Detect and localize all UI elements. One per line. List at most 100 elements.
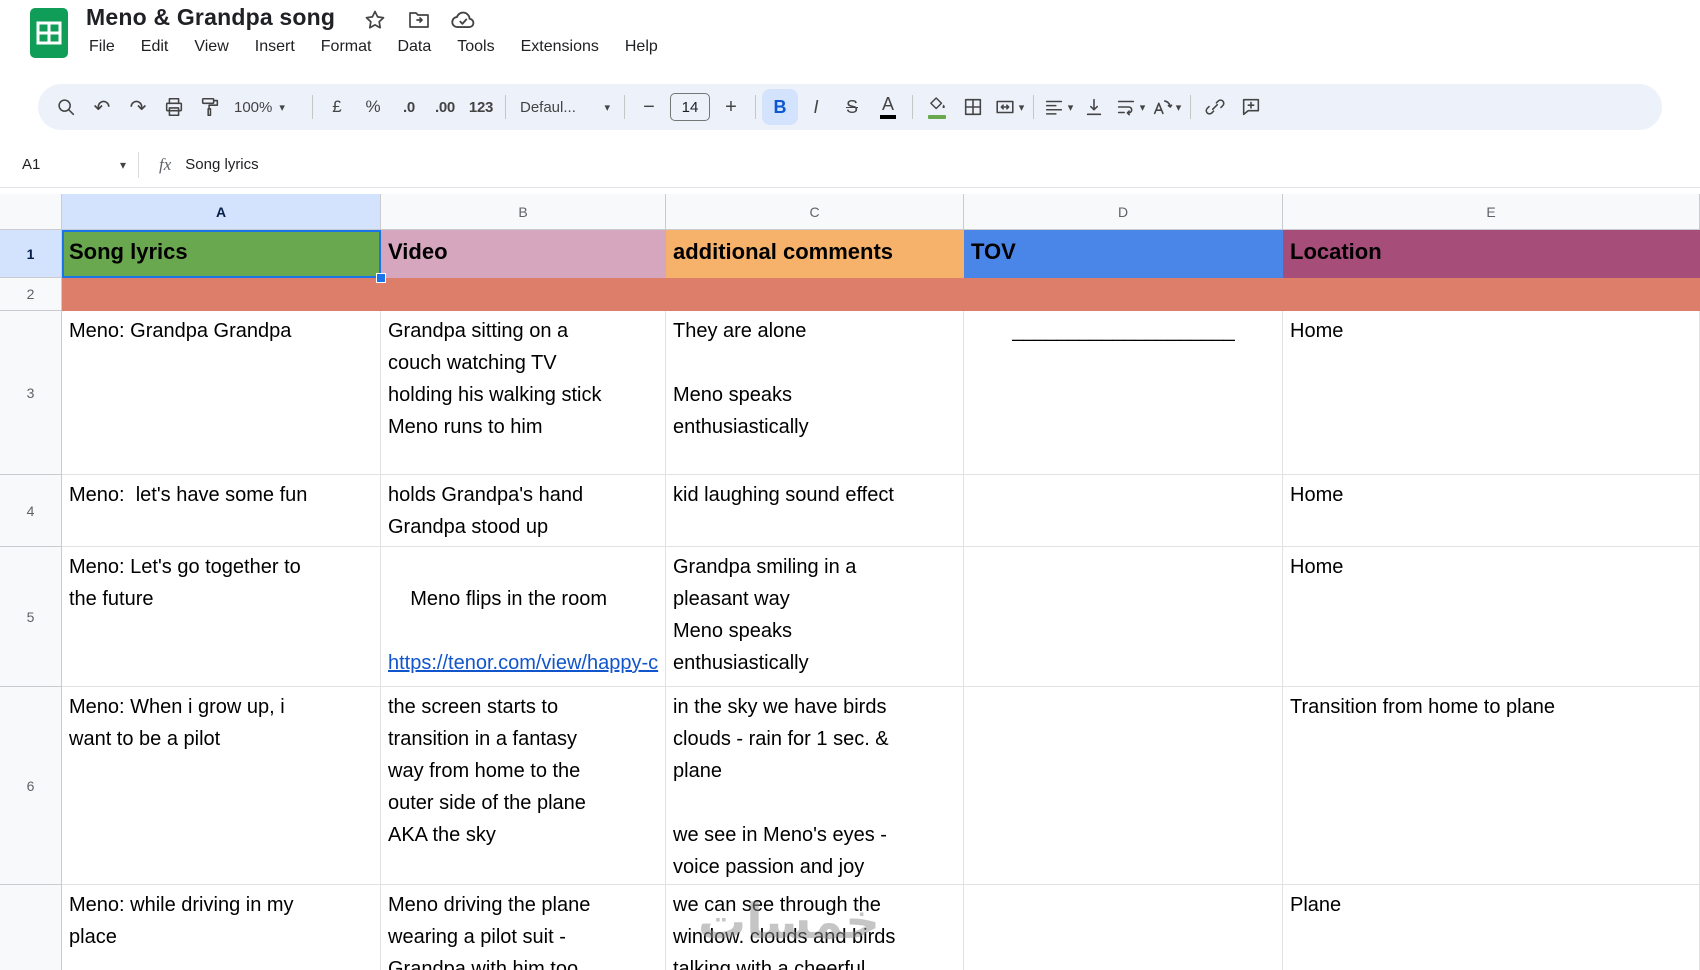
menu-insert[interactable]: Insert <box>242 33 308 61</box>
search-button[interactable] <box>48 89 84 125</box>
paint-format-button[interactable] <box>192 89 228 125</box>
cell-E7[interactable]: Plane <box>1283 885 1700 970</box>
cell-link[interactable]: https://tenor.com/view/happy-celebrate-b… <box>388 647 659 686</box>
cell-B3[interactable]: Grandpa sitting on a couch watching TV h… <box>381 311 666 475</box>
cell-C4[interactable]: kid laughing sound effect <box>666 475 964 547</box>
fill-color-button[interactable] <box>919 89 955 125</box>
select-all-corner[interactable] <box>0 194 62 230</box>
cell-D2[interactable] <box>964 278 1283 311</box>
row-header-1[interactable]: 1 <box>0 230 62 278</box>
cell-A5[interactable]: Meno: Let's go together to the future <box>62 547 381 687</box>
cell-C7[interactable]: we can see through the window. clouds an… <box>666 885 964 970</box>
move-folder-icon[interactable] <box>406 7 432 33</box>
menu-tools[interactable]: Tools <box>444 33 507 61</box>
cell-E5[interactable]: Home <box>1283 547 1700 687</box>
cell-D6[interactable] <box>964 687 1283 885</box>
cell-B7[interactable]: Meno driving the plane wearing a pilot s… <box>381 885 666 970</box>
strikethrough-button[interactable]: S <box>834 89 870 125</box>
row-header-5[interactable]: 5 <box>0 547 62 687</box>
redo-button[interactable]: ↷ <box>120 89 156 125</box>
row-header-6[interactable]: 6 <box>0 687 62 885</box>
text-wrap-button[interactable]: ▾ <box>1112 89 1148 125</box>
document-title[interactable]: Meno & Grandpa song <box>86 4 335 31</box>
column-header-A[interactable]: A <box>62 194 381 230</box>
cell-B6[interactable]: the screen starts to transition in a fan… <box>381 687 666 885</box>
fill-handle[interactable] <box>376 273 386 283</box>
column-header-E[interactable]: E <box>1283 194 1700 230</box>
cell-D5[interactable] <box>964 547 1283 687</box>
cell-C2[interactable] <box>666 278 964 311</box>
undo-button[interactable]: ↶ <box>84 89 120 125</box>
cell-A7[interactable]: Meno: while driving in my place <box>62 885 381 970</box>
cell-E2[interactable] <box>1283 278 1700 311</box>
cell-D1[interactable]: TOV <box>964 230 1283 278</box>
cell-C3[interactable]: They are alone Meno speaks enthusiastica… <box>666 311 964 475</box>
cell-B1[interactable]: Video <box>381 230 666 278</box>
increase-font-size-button[interactable]: + <box>713 89 749 125</box>
star-icon[interactable] <box>362 7 388 33</box>
menu-format[interactable]: Format <box>308 33 385 61</box>
print-button[interactable] <box>156 89 192 125</box>
horizontal-align-button[interactable]: ▾ <box>1040 89 1076 125</box>
cell-text: Meno flips in the room <box>410 588 607 610</box>
font-family-select[interactable]: Defaul... ▾ <box>512 89 618 125</box>
more-formats-button[interactable]: 123 <box>463 89 499 125</box>
menu-help[interactable]: Help <box>612 33 671 61</box>
cell-C1[interactable]: additional comments <box>666 230 964 278</box>
menu-file[interactable]: File <box>76 33 128 61</box>
toolbar-separator <box>1033 95 1034 119</box>
row-header-4[interactable]: 4 <box>0 475 62 547</box>
row-header-2[interactable]: 2 <box>0 278 62 311</box>
cell-A1[interactable]: Song lyrics <box>62 230 381 278</box>
cell-E6[interactable]: Transition from home to plane <box>1283 687 1700 885</box>
cell-A3[interactable]: Meno: Grandpa Grandpa <box>62 311 381 475</box>
cell-B4[interactable]: holds Grandpa's hand Grandpa stood up <box>381 475 666 547</box>
cell-D4[interactable] <box>964 475 1283 547</box>
vertical-align-button[interactable] <box>1076 89 1112 125</box>
toolbar-separator <box>505 95 506 119</box>
bold-button[interactable]: B <box>762 89 798 125</box>
merge-cells-button[interactable]: ▾ <box>991 89 1027 125</box>
menu-edit[interactable]: Edit <box>128 33 182 61</box>
increase-decimal-button[interactable]: .00 <box>427 89 463 125</box>
column-header-B[interactable]: B <box>381 194 666 230</box>
cell-A4[interactable]: Meno: let's have some fun <box>62 475 381 547</box>
cell-B5[interactable]: Meno flips in the room https://tenor.com… <box>381 547 666 687</box>
decrease-decimal-button[interactable]: .0 <box>391 89 427 125</box>
fill-color-icon <box>930 96 945 109</box>
menu-data[interactable]: Data <box>384 33 444 61</box>
menu-extensions[interactable]: Extensions <box>508 33 612 61</box>
text-color-button[interactable]: A <box>870 89 906 125</box>
insert-link-button[interactable] <box>1197 89 1233 125</box>
cell-C6[interactable]: in the sky we have birds clouds - rain f… <box>666 687 964 885</box>
percent-format-button[interactable]: % <box>355 89 391 125</box>
sheets-logo[interactable] <box>30 8 68 58</box>
italic-button[interactable]: I <box>798 89 834 125</box>
insert-comment-button[interactable] <box>1233 89 1269 125</box>
text-rotation-button[interactable]: ▾ <box>1148 89 1184 125</box>
formula-input[interactable]: Song lyrics <box>185 156 258 173</box>
name-box[interactable]: A1 ▾ <box>0 156 138 173</box>
chevron-down-icon: ▾ <box>279 101 285 114</box>
font-size-input[interactable]: 14 <box>670 93 710 121</box>
cell-E4[interactable]: Home <box>1283 475 1700 547</box>
menu-view[interactable]: View <box>181 33 241 61</box>
cell-C5[interactable]: Grandpa smiling in a pleasant way Meno s… <box>666 547 964 687</box>
currency-format-button[interactable]: £ <box>319 89 355 125</box>
cell-D3[interactable]: ____________________ <box>964 311 1283 475</box>
row-header-7[interactable]: 7 <box>0 885 62 970</box>
cloud-saved-icon[interactable] <box>450 7 476 33</box>
column-header-D[interactable]: D <box>964 194 1283 230</box>
cell-A2[interactable] <box>62 278 381 311</box>
cell-E3[interactable]: Home <box>1283 311 1700 475</box>
cell-E1[interactable]: Location <box>1283 230 1700 278</box>
borders-button[interactable] <box>955 89 991 125</box>
decrease-font-size-button[interactable]: − <box>631 89 667 125</box>
zoom-value: 100% <box>234 98 273 116</box>
cell-D7[interactable] <box>964 885 1283 970</box>
column-header-C[interactable]: C <box>666 194 964 230</box>
zoom-select[interactable]: 100% ▾ <box>228 89 306 125</box>
cell-B2[interactable] <box>381 278 666 311</box>
row-header-3[interactable]: 3 <box>0 311 62 475</box>
cell-A6[interactable]: Meno: When i grow up, i want to be a pil… <box>62 687 381 885</box>
